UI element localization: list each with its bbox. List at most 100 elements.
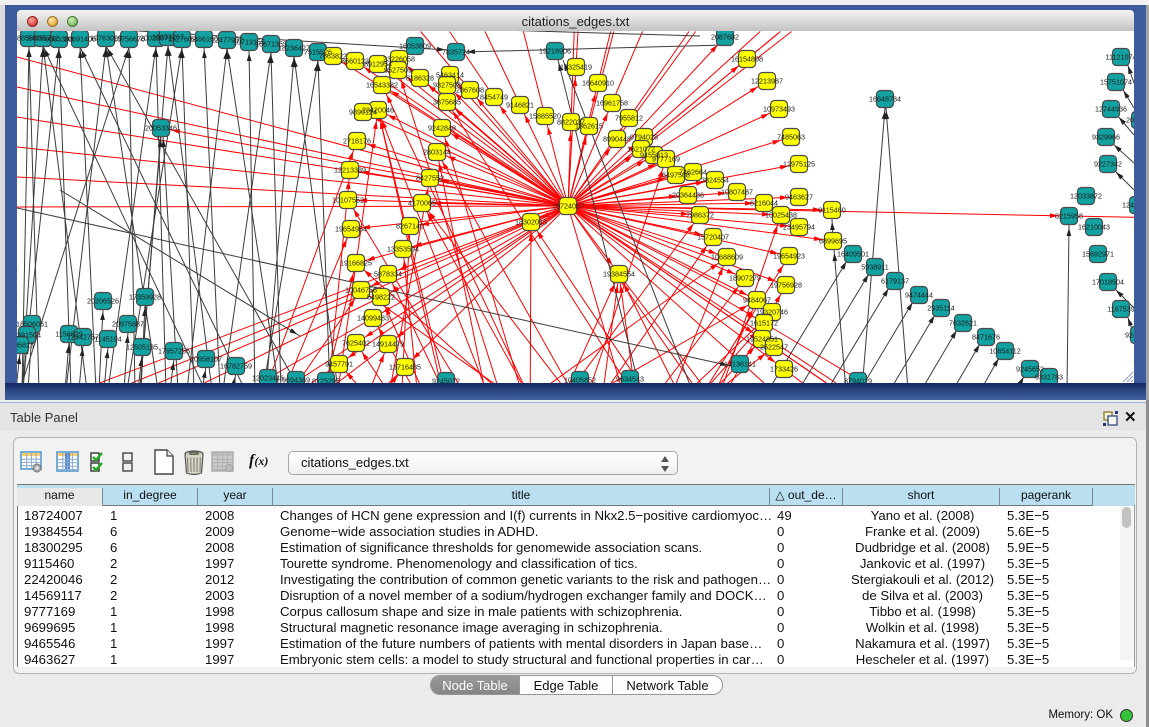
svg-text:10807487: 10807487: [721, 188, 753, 197]
svg-text:18302013: 18302013: [515, 218, 547, 227]
svg-text:10958107: 10958107: [190, 355, 222, 364]
svg-text:19384554: 19384554: [603, 270, 635, 279]
svg-text:16782759: 16782759: [220, 362, 252, 371]
svg-text:17957255: 17957255: [158, 347, 190, 356]
svg-text:9115460: 9115460: [818, 206, 845, 215]
svg-text:1615172: 1615172: [750, 319, 778, 328]
svg-text:8267140: 8267140: [396, 222, 424, 231]
svg-text:10107552: 10107552: [332, 196, 364, 205]
svg-text:8186328: 8186328: [406, 74, 434, 83]
svg-text:16961758: 16961758: [596, 99, 628, 108]
svg-text:19166825: 19166825: [340, 259, 372, 268]
svg-text:17018504: 17018504: [1092, 278, 1124, 287]
svg-text:6216044: 6216044: [750, 199, 778, 208]
svg-text:12213987: 12213987: [751, 77, 783, 86]
svg-text:9457791: 9457791: [325, 360, 353, 369]
svg-text:1145194: 1145194: [94, 335, 121, 344]
svg-text:7625402: 7625402: [342, 339, 370, 348]
svg-text:12975125: 12975125: [783, 160, 815, 169]
svg-text:16543382: 16543382: [366, 81, 398, 90]
svg-text:12505135: 12505135: [126, 343, 158, 352]
svg-text:15692971: 15692971: [1082, 250, 1114, 259]
svg-text:19756928: 19756928: [770, 281, 802, 290]
svg-text:5878334: 5878334: [374, 270, 402, 279]
svg-text:8990448: 8990448: [603, 135, 631, 144]
svg-text:7955812: 7955812: [615, 114, 643, 123]
svg-text:12033872: 12033872: [1070, 192, 1102, 201]
svg-text:12213389: 12213389: [334, 166, 366, 175]
svg-text:16409501: 16409501: [837, 250, 869, 259]
svg-text:2033844: 2033844: [1126, 116, 1134, 125]
svg-text:9694369: 9694369: [282, 376, 310, 384]
svg-text:7986372: 7986372: [686, 211, 714, 220]
svg-text:2803144: 2803144: [423, 148, 451, 157]
svg-text:8427552: 8427552: [416, 174, 444, 183]
svg-text:9242848: 9242848: [428, 124, 456, 133]
svg-text:8454749: 8454749: [480, 93, 508, 102]
svg-text:2718176: 2718176: [343, 137, 371, 146]
svg-text:9329966: 9329966: [1092, 133, 1120, 142]
svg-text:7905813: 7905813: [17, 341, 34, 350]
svg-text:17359928: 17359928: [129, 293, 161, 302]
svg-text:18724007: 18724007: [552, 202, 584, 211]
svg-text:18506061: 18506061: [17, 320, 48, 329]
svg-text:6179137: 6179137: [881, 277, 909, 286]
svg-text:14914479: 14914479: [372, 340, 404, 349]
svg-text:7632621: 7632621: [949, 319, 977, 328]
svg-text:19320746: 19320746: [756, 308, 788, 317]
svg-text:3824554: 3824554: [701, 176, 729, 185]
svg-text:9777169: 9777169: [652, 155, 680, 164]
svg-text:8215958: 8215958: [1055, 212, 1083, 221]
svg-text:6497568: 6497568: [662, 171, 690, 180]
svg-text:4170065: 4170065: [408, 199, 436, 208]
svg-text:20364436: 20364436: [672, 191, 704, 200]
svg-text:2522547: 2522547: [760, 343, 788, 352]
svg-text:12023446: 12023446: [252, 374, 284, 383]
svg-text:3875685: 3875685: [433, 98, 461, 107]
svg-text:7485063: 7485063: [777, 133, 805, 142]
svg-text:9331783: 9331783: [1035, 373, 1063, 382]
svg-text:15720407: 15720407: [697, 233, 729, 242]
svg-text:14136141: 14136141: [724, 360, 756, 369]
svg-text:10405852: 10405852: [564, 376, 596, 384]
svg-text:16648784: 16648784: [869, 95, 901, 104]
svg-text:9146821: 9146821: [506, 101, 534, 110]
svg-text:9245012: 9245012: [1125, 331, 1134, 340]
svg-text:9794028: 9794028: [630, 133, 658, 142]
svg-text:19218906: 19218906: [539, 47, 571, 56]
svg-text:1362615: 1362615: [575, 122, 603, 131]
svg-text:19654954: 19654954: [335, 225, 367, 234]
svg-text:23226058: 23226058: [383, 55, 415, 64]
svg-text:1733426: 1733426: [770, 365, 798, 374]
svg-text:13353594: 13353594: [387, 245, 419, 254]
svg-text:1391504: 1391504: [17, 331, 41, 340]
svg-text:16154808: 16154808: [731, 55, 763, 64]
svg-text:1167539: 1167539: [1107, 305, 1134, 314]
svg-text:13325419: 13325419: [560, 63, 592, 72]
svg-text:11121074: 11121074: [1106, 53, 1134, 62]
svg-text:9227342: 9227342: [1094, 160, 1122, 169]
svg-text:7835724: 7835724: [442, 48, 470, 57]
svg-text:2087682: 2087682: [711, 33, 739, 42]
svg-text:8471676: 8471676: [972, 333, 1000, 342]
svg-text:20975887: 20975887: [112, 320, 144, 329]
svg-text:2935114: 2935114: [927, 304, 954, 313]
svg-text:9634543: 9634543: [616, 375, 644, 384]
svg-text:20206526: 20206526: [87, 297, 119, 306]
svg-text:18907279: 18907279: [729, 274, 761, 283]
svg-text:13716485: 13716485: [389, 363, 421, 372]
svg-text:12444155: 12444155: [1122, 201, 1134, 210]
svg-text:16640910: 16640910: [582, 79, 614, 88]
svg-text:5463414: 5463414: [436, 71, 464, 80]
svg-text:5498222: 5498222: [367, 293, 395, 302]
svg-text:9890124: 9890124: [349, 108, 377, 117]
svg-text:9474444: 9474444: [905, 291, 933, 300]
svg-text:10688609: 10688609: [711, 253, 743, 262]
svg-text:10025438: 10025438: [765, 211, 797, 220]
svg-text:19654923: 19654923: [773, 252, 805, 261]
svg-text:16053809: 16053809: [399, 42, 431, 51]
svg-text:16210043: 16210043: [1078, 223, 1110, 232]
svg-text:5938911: 5938911: [861, 263, 888, 272]
svg-text:15751074: 15751074: [1100, 78, 1132, 87]
svg-text:10654112: 10654112: [989, 347, 1020, 356]
